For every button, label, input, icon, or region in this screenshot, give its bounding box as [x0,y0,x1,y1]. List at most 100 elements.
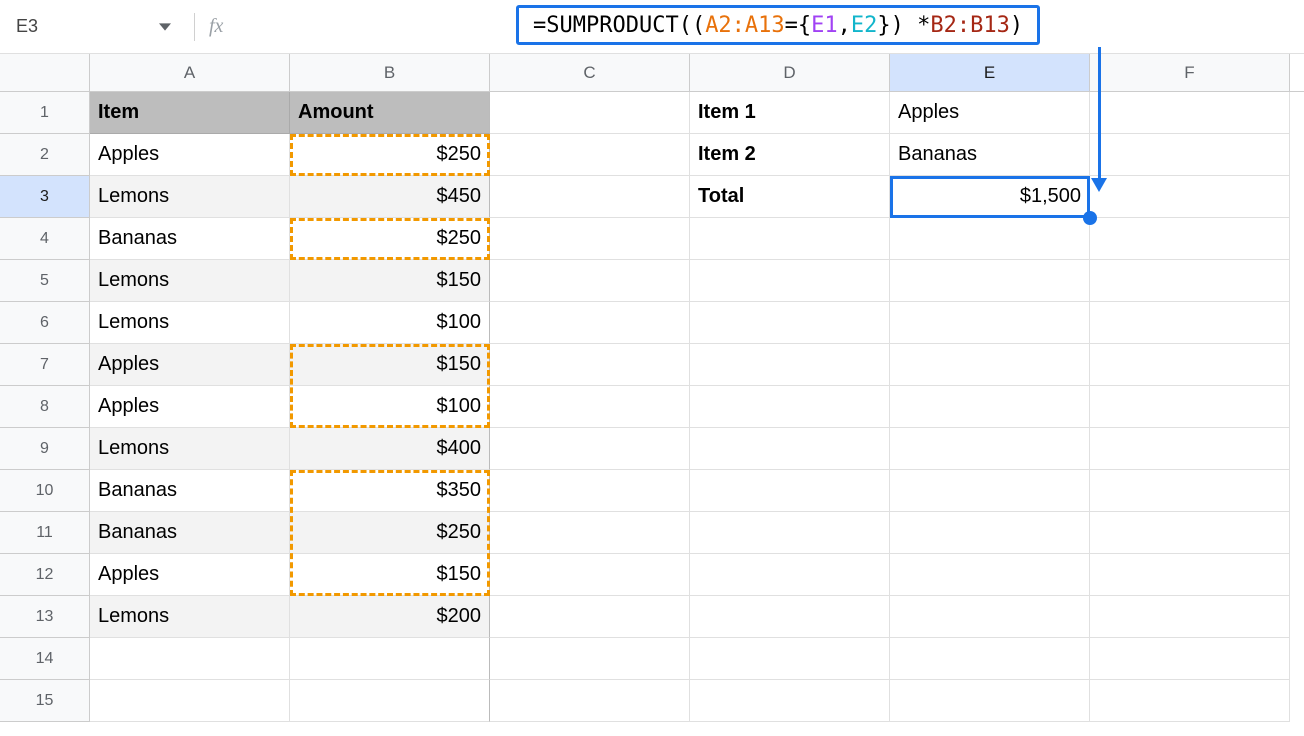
cell-F11[interactable] [1090,512,1290,554]
cell-F5[interactable] [1090,260,1290,302]
cell-C7[interactable] [490,344,690,386]
cell-A8[interactable]: Apples [90,386,290,428]
row-header-2[interactable]: 2 [0,134,90,176]
cell-C12[interactable] [490,554,690,596]
cell-A10[interactable]: Bananas [90,470,290,512]
cell-E9[interactable] [890,428,1090,470]
cell-E1[interactable]: Apples [890,92,1090,134]
cell-F6[interactable] [1090,302,1290,344]
col-header-D[interactable]: D [690,54,890,91]
row-header-1[interactable]: 1 [0,92,90,134]
row-header-5[interactable]: 5 [0,260,90,302]
row-header-12[interactable]: 12 [0,554,90,596]
cell-D14[interactable] [690,638,890,680]
cell-E14[interactable] [890,638,1090,680]
cell-B9[interactable]: $400 [290,428,490,470]
cell-F7[interactable] [1090,344,1290,386]
row-header-8[interactable]: 8 [0,386,90,428]
cell-B12[interactable]: $150 [290,554,490,596]
selection-handle-icon[interactable] [1083,211,1097,225]
cell-D3[interactable]: Total [690,176,890,218]
cell-C5[interactable] [490,260,690,302]
cell-E2[interactable]: Bananas [890,134,1090,176]
cell-E12[interactable] [890,554,1090,596]
cell-D9[interactable] [690,428,890,470]
row-header-14[interactable]: 14 [0,638,90,680]
cell-D11[interactable] [690,512,890,554]
cell-A7[interactable]: Apples [90,344,290,386]
cell-C10[interactable] [490,470,690,512]
cell-C3[interactable] [490,176,690,218]
row-header-6[interactable]: 6 [0,302,90,344]
cell-C2[interactable] [490,134,690,176]
row-header-4[interactable]: 4 [0,218,90,260]
cell-E8[interactable] [890,386,1090,428]
cell-B4[interactable]: $250 [290,218,490,260]
name-box-dropdown-icon[interactable] [150,12,180,42]
cell-D13[interactable] [690,596,890,638]
cell-B10[interactable]: $350 [290,470,490,512]
cell-C8[interactable] [490,386,690,428]
cell-A15[interactable] [90,680,290,722]
select-all-corner[interactable] [0,54,90,91]
cell-E4[interactable] [890,218,1090,260]
cell-C9[interactable] [490,428,690,470]
cell-E13[interactable] [890,596,1090,638]
cell-C13[interactable] [490,596,690,638]
cell-E11[interactable] [890,512,1090,554]
cell-E3[interactable]: $1,500 [890,176,1090,218]
cell-C11[interactable] [490,512,690,554]
cell-D5[interactable] [690,260,890,302]
col-header-F[interactable]: F [1090,54,1290,91]
cell-E5[interactable] [890,260,1090,302]
cell-A14[interactable] [90,638,290,680]
cell-F2[interactable] [1090,134,1290,176]
cell-A11[interactable]: Bananas [90,512,290,554]
cell-B14[interactable] [290,638,490,680]
row-header-9[interactable]: 9 [0,428,90,470]
cell-F1[interactable] [1090,92,1290,134]
row-header-10[interactable]: 10 [0,470,90,512]
cell-A9[interactable]: Lemons [90,428,290,470]
cell-C15[interactable] [490,680,690,722]
cell-F15[interactable] [1090,680,1290,722]
col-header-E[interactable]: E [890,54,1090,91]
cell-B13[interactable]: $200 [290,596,490,638]
cell-A12[interactable]: Apples [90,554,290,596]
cell-B3[interactable]: $450 [290,176,490,218]
cell-F10[interactable] [1090,470,1290,512]
cell-E10[interactable] [890,470,1090,512]
cell-A5[interactable]: Lemons [90,260,290,302]
cell-B7[interactable]: $150 [290,344,490,386]
row-header-7[interactable]: 7 [0,344,90,386]
row-header-15[interactable]: 15 [0,680,90,722]
cell-B11[interactable]: $250 [290,512,490,554]
cell-D2[interactable]: Item 2 [690,134,890,176]
cell-D6[interactable] [690,302,890,344]
cell-F13[interactable] [1090,596,1290,638]
cell-D10[interactable] [690,470,890,512]
col-header-A[interactable]: A [90,54,290,91]
cell-A1[interactable]: Item [90,92,290,134]
cell-F9[interactable] [1090,428,1290,470]
cell-B5[interactable]: $150 [290,260,490,302]
col-header-C[interactable]: C [490,54,690,91]
cell-B1[interactable]: Amount [290,92,490,134]
row-header-11[interactable]: 11 [0,512,90,554]
cell-A4[interactable]: Bananas [90,218,290,260]
cell-E15[interactable] [890,680,1090,722]
cell-B15[interactable] [290,680,490,722]
name-box[interactable]: E3 [10,16,150,37]
cell-F8[interactable] [1090,386,1290,428]
cell-D1[interactable]: Item 1 [690,92,890,134]
cell-D4[interactable] [690,218,890,260]
cell-D7[interactable] [690,344,890,386]
cell-D12[interactable] [690,554,890,596]
cell-C14[interactable] [490,638,690,680]
cell-B8[interactable]: $100 [290,386,490,428]
row-header-3[interactable]: 3 [0,176,90,218]
cell-E6[interactable] [890,302,1090,344]
cell-A3[interactable]: Lemons [90,176,290,218]
cell-C1[interactable] [490,92,690,134]
col-header-B[interactable]: B [290,54,490,91]
